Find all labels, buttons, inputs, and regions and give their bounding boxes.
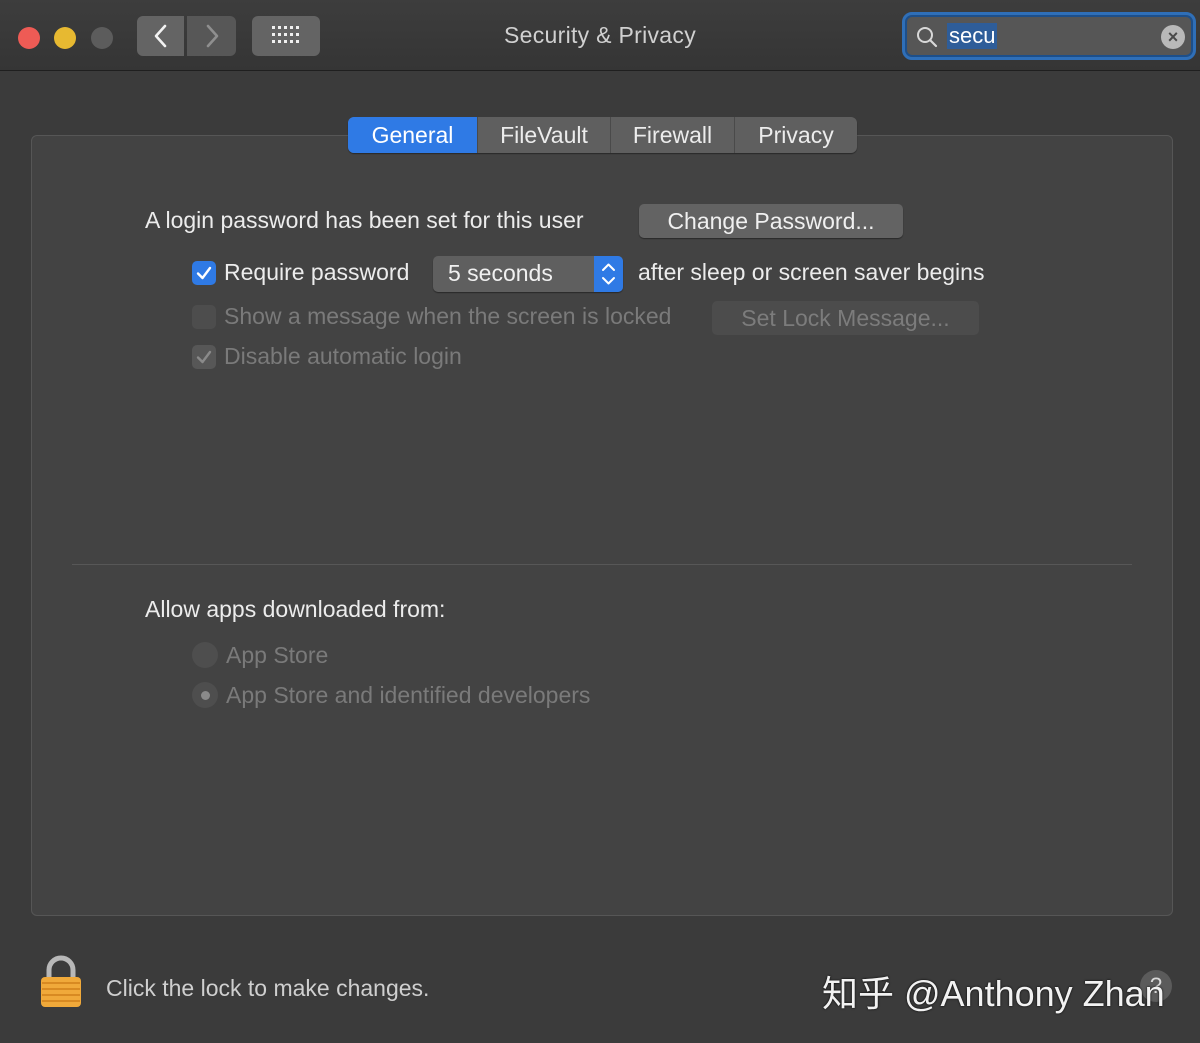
title-bar: Security & Privacy secu × [0,0,1200,71]
tab-bar: General FileVault Firewall Privacy [348,117,857,153]
tab-general[interactable]: General [348,117,478,153]
tab-firewall[interactable]: Firewall [611,117,735,153]
radio-selected-dot [200,690,210,700]
search-field[interactable]: secu × [902,12,1196,60]
show-message-label: Show a message when the screen is locked [224,303,672,329]
checkmark-icon [196,266,212,280]
password-delay-popup[interactable]: 5 seconds [433,256,623,292]
clear-search-icon[interactable]: × [1161,25,1185,49]
radio-app-store[interactable] [192,642,218,668]
radio-identified-developers-label: App Store and identified developers [226,682,591,708]
up-down-chevron-icon [602,263,615,285]
tab-filevault[interactable]: FileVault [478,117,611,153]
search-icon [917,27,938,48]
lock-icon[interactable] [40,955,82,1009]
disable-auto-login-checkbox[interactable] [192,345,216,369]
after-sleep-text: after sleep or screen saver begins [638,259,985,285]
disable-auto-login-label: Disable automatic login [224,343,462,369]
popup-stepper [594,256,623,292]
radio-identified-developers[interactable] [192,682,218,708]
section-divider [72,564,1132,565]
allow-apps-heading: Allow apps downloaded from: [145,596,446,622]
require-password-label: Require password [224,259,410,285]
login-password-text: A login password has been set for this u… [145,207,584,233]
radio-app-store-label: App Store [226,642,329,668]
show-message-checkbox[interactable] [192,305,216,329]
general-panel [31,135,1173,916]
tab-privacy[interactable]: Privacy [735,117,857,153]
set-lock-message-button[interactable]: Set Lock Message... [712,301,979,335]
require-password-checkbox[interactable] [192,261,216,285]
password-delay-value: 5 seconds [448,260,553,286]
checkmark-icon [196,350,212,364]
lock-message: Click the lock to make changes. [106,975,430,1001]
watermark-text: 知乎 @Anthony Zhan [822,973,1165,1014]
change-password-button[interactable]: Change Password... [639,204,903,238]
search-input[interactable]: secu [947,23,998,49]
